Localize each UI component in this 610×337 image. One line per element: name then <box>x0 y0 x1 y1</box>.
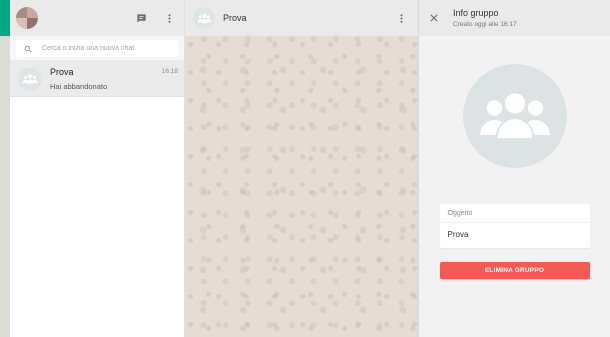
chat-preview: Hai abbandonato <box>50 81 108 91</box>
list-item[interactable]: Prova 16:18 Hai abbandonato <box>10 61 184 97</box>
sidebar: Prova 16:18 Hai abbandonato <box>10 0 185 337</box>
menu-icon[interactable] <box>162 11 176 25</box>
chat-name: Prova <box>50 66 74 77</box>
group-icon <box>197 13 211 23</box>
chat-time: 16:18 <box>161 68 178 75</box>
search-bar <box>10 36 184 61</box>
sidebar-header <box>10 0 184 36</box>
search-input[interactable] <box>42 45 162 52</box>
info-title: Info gruppo <box>453 8 499 18</box>
info-body: Oggetto Prova ELIMINA GRUPPO <box>419 36 610 337</box>
conversation-avatar[interactable] <box>193 7 215 29</box>
search-box[interactable] <box>16 40 178 57</box>
user-avatar[interactable] <box>16 7 38 29</box>
search-icon <box>24 40 32 58</box>
conversation-pane: Prova <box>185 0 419 337</box>
app-window: Prova 16:18 Hai abbandonato Prova <box>10 0 610 337</box>
group-icon <box>479 93 550 139</box>
close-icon[interactable] <box>427 11 441 25</box>
group-icon <box>22 73 38 84</box>
subject-value[interactable]: Prova <box>440 223 590 248</box>
chat-background <box>185 36 418 337</box>
subject-label: Oggetto <box>439 204 590 223</box>
menu-icon[interactable] <box>394 11 408 25</box>
chat-avatar <box>18 66 42 91</box>
subject-card[interactable]: Oggetto Prova <box>439 204 590 248</box>
group-photo[interactable] <box>462 64 567 168</box>
info-subtitle: Creato oggi alle 16:17 <box>453 21 517 28</box>
conversation-header[interactable]: Prova <box>185 0 418 36</box>
info-header: Info gruppo Creato oggi alle 16:17 <box>419 0 610 36</box>
delete-group-button[interactable]: ELIMINA GRUPPO <box>439 262 590 279</box>
new-chat-icon[interactable] <box>134 11 148 25</box>
conversation-title[interactable]: Prova <box>223 13 386 23</box>
group-info-panel: Info gruppo Creato oggi alle 16:17 Ogget… <box>419 0 610 337</box>
